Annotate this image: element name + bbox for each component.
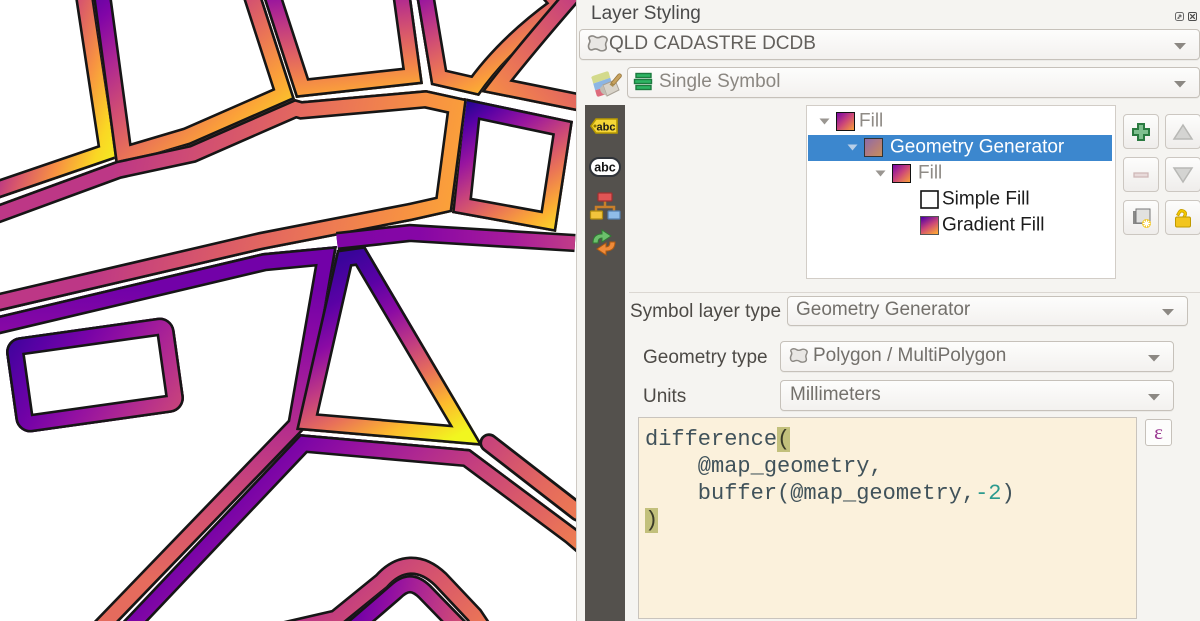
svg-text:abc: abc [594,161,616,175]
svg-text:abc: abc [597,122,616,134]
